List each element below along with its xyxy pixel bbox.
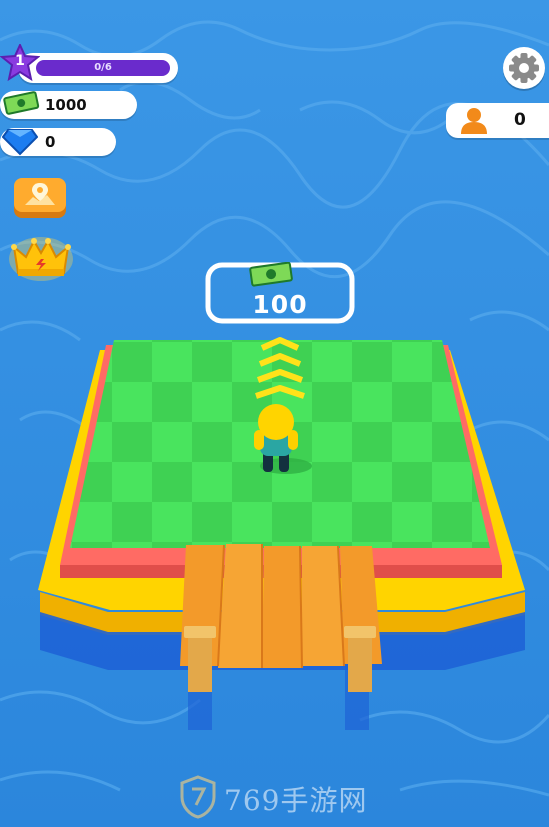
crown-icon xyxy=(9,237,73,281)
player-icon xyxy=(458,107,490,135)
level-progress-text: 0/6 xyxy=(94,62,112,73)
cash-icon xyxy=(2,88,40,116)
level-progress-bar: 0/6 xyxy=(36,60,170,76)
level-number: 1 xyxy=(15,53,25,69)
money-amount: 1000 xyxy=(45,96,87,114)
zone-price-text: 100 xyxy=(252,290,308,319)
map-button[interactable] xyxy=(13,177,67,219)
level-star-icon: 1 xyxy=(0,42,41,82)
gems-amount: 0 xyxy=(45,133,56,151)
watermark: 769手游网 xyxy=(178,775,378,819)
players-count: 0 xyxy=(514,110,526,130)
crown-button[interactable] xyxy=(8,233,74,281)
shield-logo-icon xyxy=(180,775,216,819)
gem-icon xyxy=(1,126,39,156)
settings-button[interactable] xyxy=(503,47,545,89)
map-pin-icon xyxy=(14,178,66,218)
watermark-text: 769手游网 xyxy=(224,784,368,817)
zone-unlock-price[interactable]: 100 xyxy=(205,261,355,324)
settings-gear-icon xyxy=(509,53,539,83)
